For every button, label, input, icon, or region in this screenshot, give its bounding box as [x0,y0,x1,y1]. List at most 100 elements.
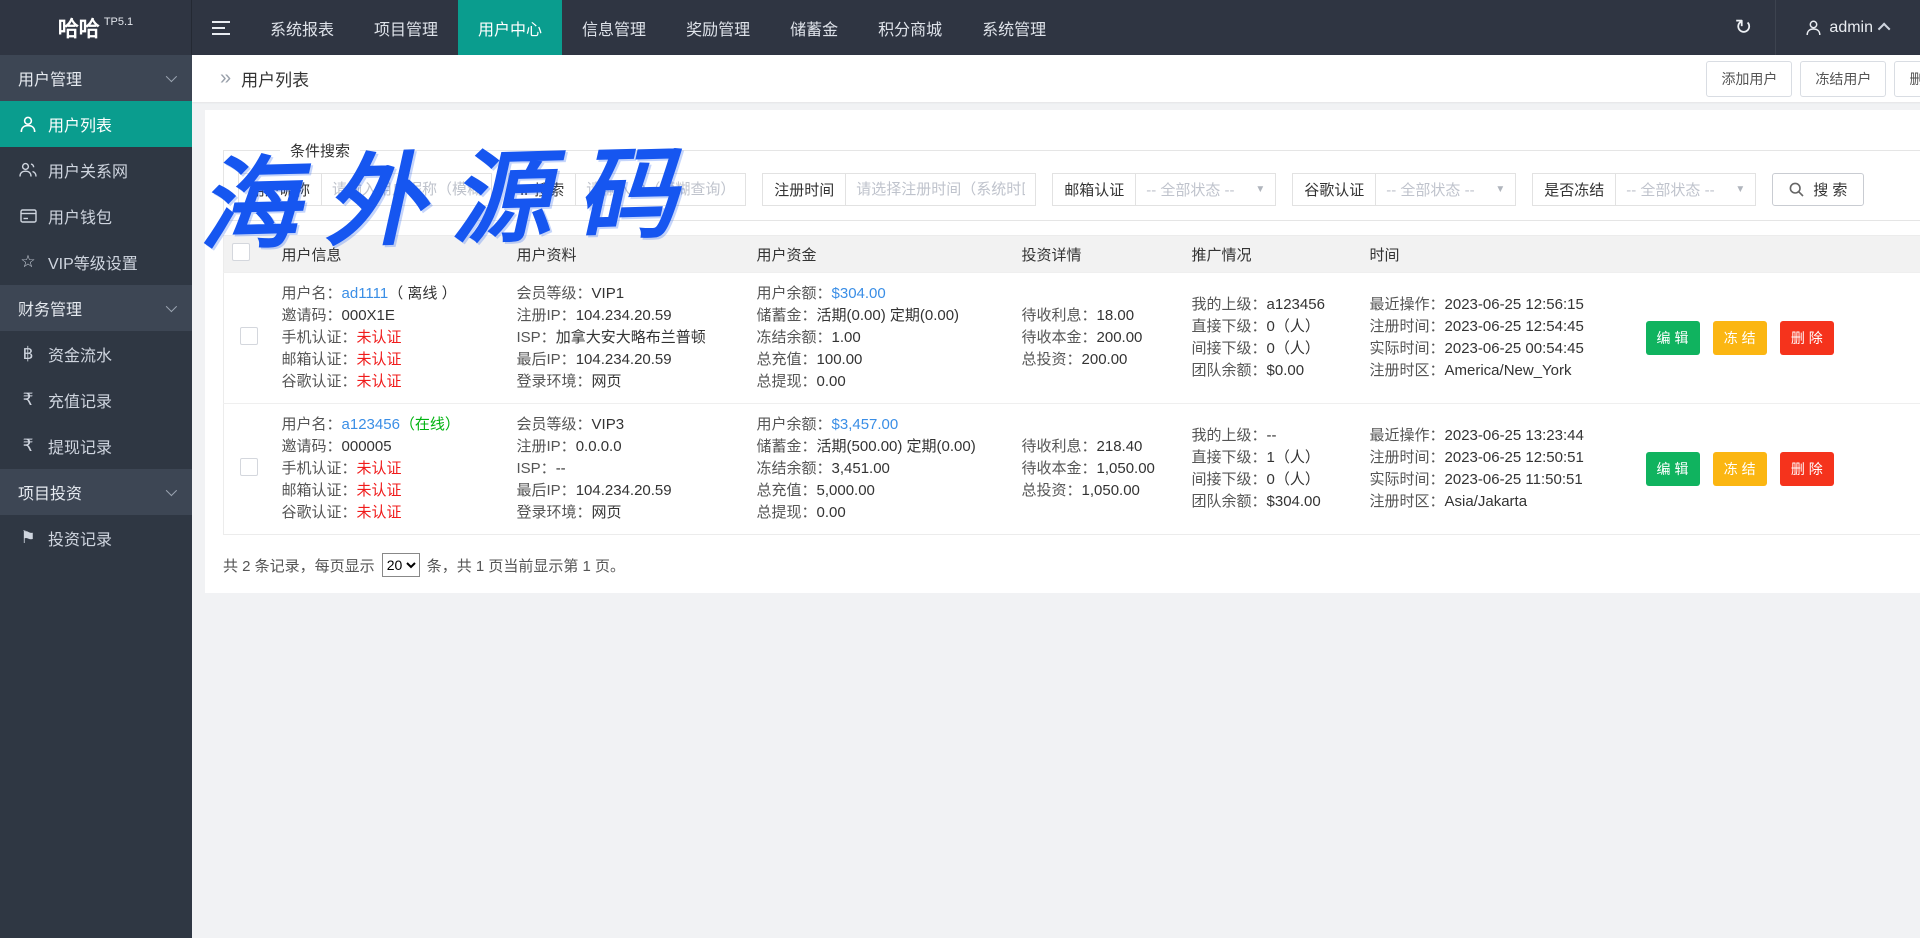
nav-tab-savings[interactable]: 储蓄金 [770,0,858,55]
flag-icon: ⚑ [20,528,36,547]
field-line: 最近操作：2023-06-25 13:23:44 [1370,425,1630,447]
sidebar-item-user-network[interactable]: 用户关系网 [0,147,192,193]
row-checkbox[interactable] [239,327,258,345]
nav-tab-system-report[interactable]: 系统报表 [250,0,354,55]
field-line: 最后IP：104.234.20.59 [517,480,741,502]
hamburger-menu-icon[interactable] [192,0,250,55]
field-label: 待收利息： [1021,438,1097,455]
main-card: 条件搜索 用户昵称 IP搜索 注册时间 邮箱认证 [205,110,1920,593]
nav-tab-project-mgmt[interactable]: 项目管理 [354,0,458,55]
cell-user-profile: 会员等级：VIP1 注册IP：104.234.20.59 ISP：加拿大安大略布兰普… [508,272,749,404]
search-icon [1789,182,1804,197]
field-line: 注册IP：104.234.20.59 [517,305,741,327]
field-line: 间接下级：0（人） [1192,338,1354,360]
ip-search-input[interactable] [576,173,747,206]
username-search-input[interactable] [322,173,493,206]
google-verify-group: 谷歌认证 -- 全部状态 -- ▼ [1292,173,1517,206]
pagination-prefix: 共 2 条记录，每页显示 [223,557,375,575]
col-header-promotion: 推广情况 [1183,235,1362,273]
nav-tab-points-mall[interactable]: 积分商城 [858,0,962,55]
field-line: 实际时间：2023-06-25 11:50:51 [1370,469,1630,491]
users-table: 用户信息 用户资料 用户资金 投资详情 推广情况 时间 用户名：ad1111（ … [223,235,1920,535]
nav-tab-user-center[interactable]: 用户中心 [458,0,563,55]
field-line: 用户名：ad1111（ 离线 ） [282,283,501,305]
field-line: 实际时间：2023-06-25 00:54:45 [1370,338,1630,360]
sidebar-item-user-wallet[interactable]: 用户钱包 [0,193,192,239]
sidebar-item-vip-level[interactable]: ☆ VIP等级设置 [0,239,192,285]
freeze-button[interactable]: 冻 结 [1712,452,1767,486]
field-value: 0（人） [1266,318,1320,335]
sidebar-item-fund-flow[interactable]: ฿ 资金流水 [0,331,192,377]
edit-button[interactable]: 编 辑 [1645,452,1700,486]
field-label: 注册时区： [1369,493,1445,510]
regtime-search-input[interactable] [846,173,1037,206]
field-line: 会员等级：VIP3 [517,414,741,436]
sidebar-group-user-mgmt[interactable]: 用户管理 [0,55,192,101]
frozen-status-group: 是否冻结 -- 全部状态 -- ▼ [1532,173,1757,206]
sidebar-group-finance-mgmt[interactable]: 财务管理 [0,285,192,331]
field-label: 直接下级： [1191,318,1267,335]
field-value: 2023-06-25 11:50:51 [1444,471,1583,488]
sidebar-item-invest-records[interactable]: ⚑ 投资记录 [0,515,192,561]
field-value: 200.00 [1081,351,1128,368]
rupee-icon: ₹ [22,436,34,455]
delete-button[interactable]: 删 除 [1779,321,1834,355]
rupee-icon: ₹ [22,390,34,409]
search-button[interactable]: 搜 索 [1772,173,1865,206]
field-value: （ 离线 ） [388,285,457,302]
user-icon [18,116,38,133]
field-label: 间接下级： [1191,471,1267,488]
user-link[interactable]: a123456 [342,416,400,433]
user-link[interactable]: ad1111 [342,285,389,302]
nav-tab-reward-mgmt[interactable]: 奖励管理 [666,0,770,55]
field-label: 最近操作： [1369,427,1445,444]
delete-user-button[interactable]: 删除用户 [1894,60,1920,97]
add-user-button[interactable]: 添加用户 [1706,60,1793,97]
sidebar-item-recharge-records[interactable]: ₹ 充值记录 [0,377,192,423]
page-size-select[interactable]: 20 [381,553,420,577]
field-label: 会员等级： [516,285,592,302]
field-line: 手机认证：未认证 [282,458,501,480]
field-value: $304.00 [831,285,886,302]
field-value: 1.00 [831,329,861,346]
freeze-user-button[interactable]: 冻结用户 [1800,60,1887,97]
field-value: VIP1 [591,285,625,302]
sidebar-group-project-invest[interactable]: 项目投资 [0,469,192,515]
cell-time: 最近操作：2023-06-25 13:23:44 注册时间：2023-06-25 … [1361,403,1638,535]
field-label: 实际时间： [1369,340,1445,357]
frozen-status-select[interactable]: -- 全部状态 -- ▼ [1616,173,1757,206]
nav-tab-system-mgmt[interactable]: 系统管理 [962,0,1066,55]
sidebar-item-label: 用户关系网 [48,164,129,181]
field-value: 1（人） [1266,449,1320,466]
delete-button[interactable]: 删 除 [1779,452,1834,486]
select-all-checkbox[interactable] [232,243,250,261]
edit-button[interactable]: 编 辑 [1645,321,1700,355]
field-label: 直接下级： [1191,449,1267,466]
field-line: 待收本金：1,050.00 [1022,458,1176,480]
frozen-status-value: -- 全部状态 -- [1626,182,1715,199]
freeze-button[interactable]: 冻 结 [1712,321,1767,355]
field-line: 邀请码：000X1E [282,305,501,327]
row-checkbox[interactable] [239,458,258,476]
google-verify-select[interactable]: -- 全部状态 -- ▼ [1376,173,1517,206]
user-menu[interactable]: admin [1775,0,1920,55]
field-label: 总投资： [1021,351,1082,368]
top-nav: 系统报表 项目管理 用户中心 信息管理 奖励管理 储蓄金 积分商城 系统管理 [250,0,1066,55]
refresh-icon[interactable]: ↻ [1711,0,1775,55]
email-verify-select[interactable]: -- 全部状态 -- ▼ [1136,173,1277,206]
field-line: 谷歌认证：未认证 [282,502,501,524]
col-header-time: 时间 [1361,235,1638,273]
users-table-wrap: 用户信息 用户资料 用户资金 投资详情 推广情况 时间 用户名：ad1111（ … [223,235,1920,535]
cell-user-info: 用户名：a123456（在线） 邀请码：000005 手机认证：未认证 邮箱认证：未认… [273,403,509,535]
field-line: 团队余额：$304.00 [1192,491,1354,513]
sidebar-group-label: 项目投资 [18,486,83,503]
email-verify-label: 邮箱认证 [1052,173,1137,206]
cell-invest-detail: 待收利息：218.40 待收本金：1,050.00 总投资：1,050.00 [1013,403,1184,535]
nav-tab-info-mgmt[interactable]: 信息管理 [562,0,666,55]
sidebar-item-user-list[interactable]: 用户列表 [0,101,192,147]
field-line: 待收利息：18.00 [1022,305,1176,327]
field-value: 0（人） [1266,471,1320,488]
baht-icon: ฿ [22,344,34,363]
sidebar-item-withdraw-records[interactable]: ₹ 提现记录 [0,423,192,469]
cell-actions: 编 辑 冻 结 删 除 [1637,272,1920,404]
